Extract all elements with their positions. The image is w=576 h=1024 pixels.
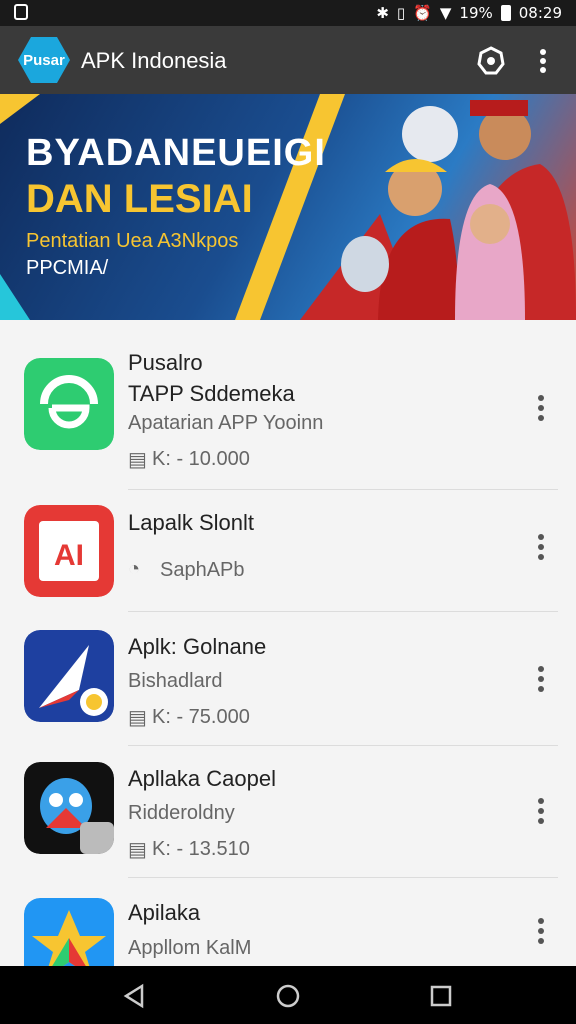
promo-banner[interactable]: BYADANEUEIGI DAN LESIAI Pentatian Uea A3… xyxy=(0,94,576,320)
system-nav-bar xyxy=(0,966,576,1024)
status-icons: ✱ ▯ ⏰ ▼ 19% 08:29 xyxy=(376,3,562,23)
wifi-icon: ▼ xyxy=(439,4,452,22)
svg-text:AI: AI xyxy=(54,539,84,572)
app-title: Apilaka xyxy=(128,900,201,925)
logo-text: Pusar xyxy=(23,51,65,69)
list-item[interactable]: Aplk: Golnane Bishadlard ▤ K: - 75.000 xyxy=(0,612,576,746)
app-list[interactable]: Pusalro TAPP Sddemeka Apatarian APP Yooi… xyxy=(0,320,576,966)
item-menu-icon[interactable] xyxy=(530,916,552,946)
item-menu-icon[interactable] xyxy=(530,532,552,562)
app-subtitle: Ridderoldny xyxy=(128,802,235,824)
overflow-menu-icon[interactable] xyxy=(530,46,556,76)
item-menu-icon[interactable] xyxy=(530,393,552,423)
list-item[interactable]: Apilaka Appllom KalM xyxy=(0,878,576,966)
banner-headline-2: DAN LESIAI xyxy=(26,177,253,221)
app-bar: Pusar APK Indonesia xyxy=(0,26,576,94)
screenshot-icon xyxy=(14,4,28,20)
downloads-icon: ▤ xyxy=(128,707,147,729)
battery-percent: 19% xyxy=(459,4,493,22)
app-subtitle: SaphAPb xyxy=(160,559,245,581)
banner-subtitle: Pentatian Uea A3Nkpos xyxy=(26,230,239,252)
home-icon[interactable] xyxy=(275,983,301,1009)
app-icon-apilaka xyxy=(24,898,114,966)
app-downloads: K: - 10.000 xyxy=(152,448,250,470)
item-menu-icon[interactable] xyxy=(530,796,552,826)
list-item[interactable]: AI Lapalk Slonlt ◔ SaphAPb xyxy=(0,490,576,612)
app-title: Lapalk Slonlt xyxy=(128,510,254,535)
settings-gear-icon[interactable] xyxy=(476,46,506,76)
alarm-icon: ⏰ xyxy=(413,4,432,22)
banner-caption: PPCMIA/ xyxy=(26,257,109,279)
app-logo: Pusar xyxy=(18,37,70,83)
back-icon[interactable] xyxy=(122,983,148,1009)
vibrate-icon: ▯ xyxy=(396,4,406,22)
downloads-icon: ▤ xyxy=(128,449,147,471)
chat-icon: ◔ xyxy=(128,558,141,580)
app-title: Apllaka Caopel xyxy=(128,766,276,791)
item-menu-icon[interactable] xyxy=(530,664,552,694)
app-description: Apatarian APP Yooinn xyxy=(128,412,324,434)
app-icon-aplk xyxy=(24,630,114,722)
app-downloads: K: - 13.510 xyxy=(152,838,250,860)
app-icon-apllaka-caopel xyxy=(24,762,114,854)
app-subtitle: Bishadlard xyxy=(128,670,223,692)
app-title: Aplk: Golnane xyxy=(128,634,267,659)
app-subtitle: Appllom KalM xyxy=(128,937,252,959)
app-title: APK Indonesia xyxy=(81,48,227,73)
downloads-icon: ▤ xyxy=(128,839,147,861)
app-title: Pusalro xyxy=(128,350,203,375)
recents-icon[interactable] xyxy=(428,983,454,1009)
clock: 08:29 xyxy=(518,4,562,22)
list-item[interactable]: Apllaka Caopel Ridderoldny ▤ K: - 13.510 xyxy=(0,746,576,878)
status-bar: ✱ ▯ ⏰ ▼ 19% 08:29 xyxy=(0,0,576,26)
battery-icon xyxy=(500,5,511,21)
list-item[interactable]: Pusalro TAPP Sddemeka Apatarian APP Yooi… xyxy=(0,348,576,490)
app-icon-pusalro xyxy=(24,358,114,450)
banner-headline-1: BYADANEUEIGI xyxy=(26,132,326,174)
bluetooth-icon: ✱ xyxy=(376,4,389,22)
app-icon-lapalk: AI xyxy=(24,505,114,597)
app-subtitle: TAPP Sddemeka xyxy=(128,381,295,406)
app-downloads: K: - 75.000 xyxy=(152,706,250,728)
